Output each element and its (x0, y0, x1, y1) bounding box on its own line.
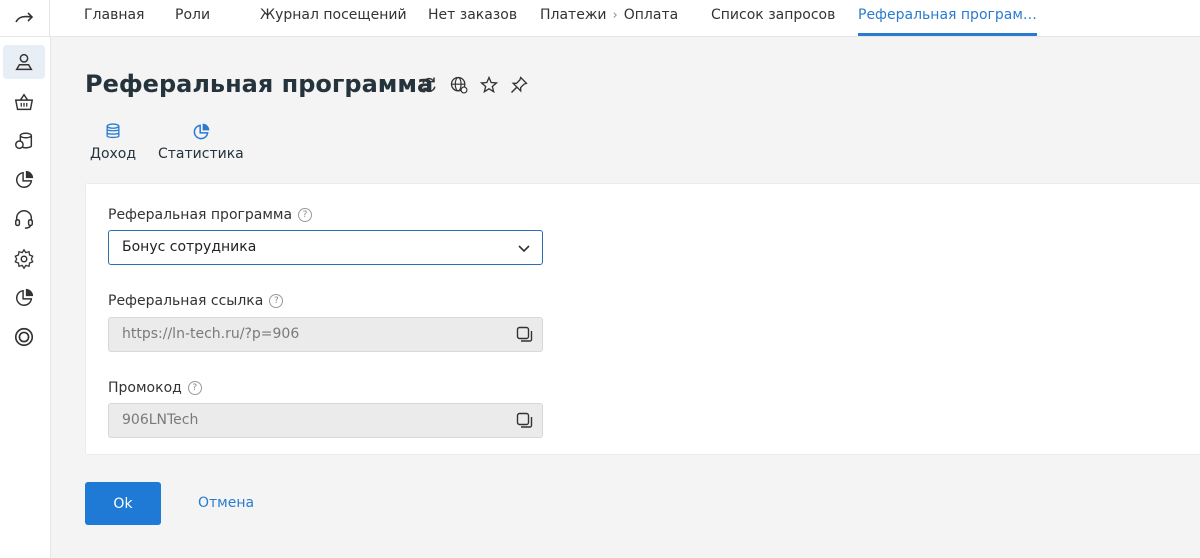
gear-icon[interactable] (3, 242, 45, 276)
coins-stack-icon (106, 123, 120, 139)
help-icon[interactable]: ? (298, 208, 313, 222)
chevron-down-icon (518, 245, 530, 253)
tab-referral-program[interactable]: Реферальная програм… (858, 0, 1037, 37)
subnav-income[interactable]: Доход (90, 122, 136, 162)
top-bar: Главная Роли Журнал посещений Нет заказо… (0, 0, 1200, 37)
globe-icon[interactable] (448, 74, 470, 96)
user-icon[interactable] (3, 45, 45, 79)
stats-pie-icon[interactable] (3, 281, 45, 315)
tab-payments[interactable]: Платежи › Оплата (540, 0, 678, 37)
program-label: Реферальная программа ? (108, 207, 313, 223)
promo-code-value: 906LNTech (122, 412, 199, 428)
title-actions (418, 74, 530, 96)
refresh-icon[interactable] (418, 74, 440, 96)
cancel-button[interactable]: Отмена (198, 495, 254, 511)
forward-arrow-icon[interactable] (0, 0, 50, 37)
promo-label: Промокод ? (108, 380, 202, 396)
coins-icon[interactable] (3, 124, 45, 158)
subnav-stats[interactable]: Статистика (158, 122, 244, 162)
program-select-value: Бонус сотрудника (122, 239, 257, 255)
tab-visit-log[interactable]: Журнал посещений (260, 0, 407, 37)
copy-icon[interactable] (516, 326, 534, 344)
basket-icon[interactable] (3, 85, 45, 119)
promo-code-field[interactable]: 906LNTech (108, 403, 543, 438)
referral-link-value: https://ln-tech.ru/?p=906 (122, 326, 300, 342)
help-icon[interactable]: ? (187, 381, 202, 395)
program-select[interactable]: Бонус сотрудника (108, 230, 543, 265)
tab-request-list[interactable]: Список запросов (711, 0, 835, 37)
chevron-right-icon: › (612, 8, 618, 23)
tab-roles[interactable]: Роли (175, 0, 210, 37)
tab-no-orders[interactable]: Нет заказов (428, 0, 517, 37)
copy-icon[interactable] (516, 412, 534, 430)
pie-chart-icon[interactable] (3, 163, 45, 197)
link-label: Реферальная ссылка ? (108, 293, 284, 309)
pie-chart-icon (193, 123, 210, 140)
help-icon[interactable]: ? (269, 294, 284, 308)
page-title: Реферальная программа (85, 70, 434, 98)
tab-home[interactable]: Главная (84, 0, 144, 37)
pin-icon[interactable] (508, 74, 530, 96)
ok-button[interactable]: Ok (85, 482, 161, 525)
star-icon[interactable] (478, 74, 500, 96)
referral-link-field[interactable]: https://ln-tech.ru/?p=906 (108, 317, 543, 352)
lifebuoy-icon[interactable] (3, 320, 45, 354)
headset-icon[interactable] (3, 202, 45, 236)
sidebar (0, 37, 51, 558)
